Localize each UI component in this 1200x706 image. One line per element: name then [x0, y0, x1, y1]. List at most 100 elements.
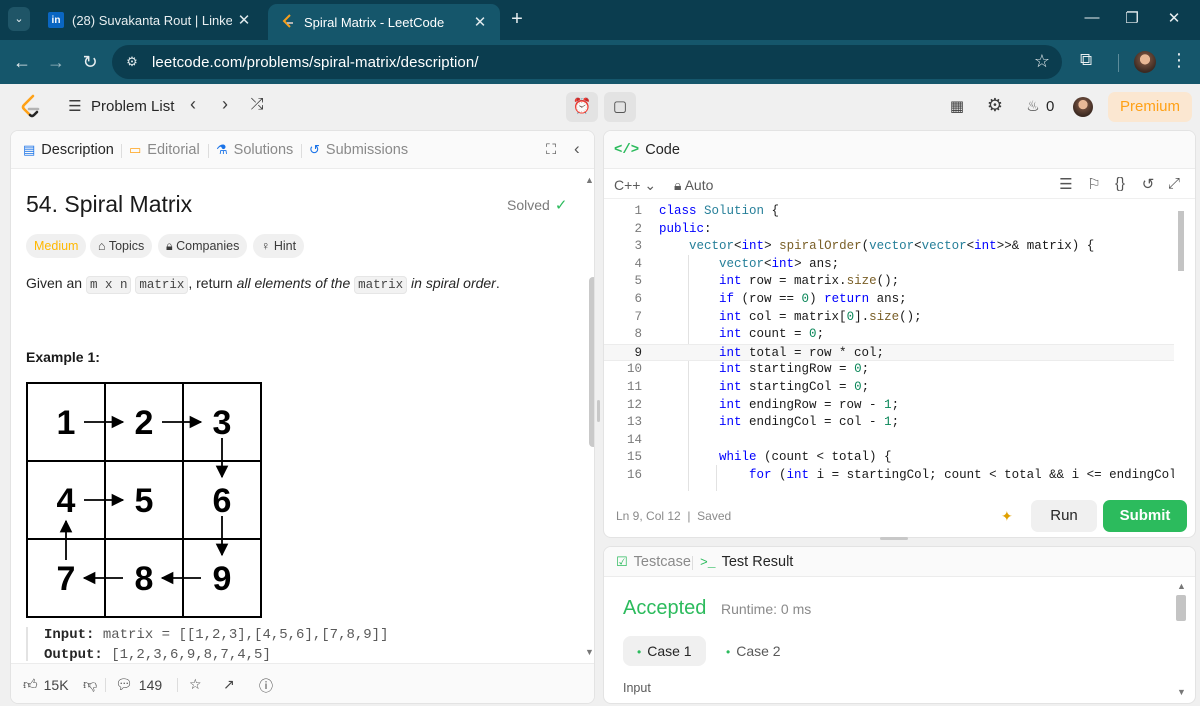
new-tab-button[interactable]: +	[506, 8, 528, 32]
code-line[interactable]: 7 int col = matrix[0].size();	[604, 309, 1174, 327]
code-line[interactable]: 16 for (int i = startingCol; count < tot…	[604, 467, 1174, 485]
leetcode-navbar: ☰ Problem List ‹ › ⤮ ⏰ ▢ ▦ ⚙ ♨ 0 Premium	[0, 84, 1200, 130]
extensions-icon[interactable]: ⧉	[1080, 50, 1092, 70]
case-1-tab[interactable]: • Case 1	[623, 636, 706, 666]
address-bar[interactable]: ⚙ leetcode.com/problems/spiral-matrix/de…	[112, 45, 1062, 79]
panel-resize-handle[interactable]	[597, 400, 600, 422]
chevron-left-icon[interactable]: ‹	[180, 94, 206, 115]
tab-test-result[interactable]: >_ Test Result	[700, 554, 793, 570]
reload-icon[interactable]: ↻	[78, 50, 102, 74]
back-arrow-icon[interactable]: ←	[10, 50, 34, 74]
footer-divider	[105, 678, 106, 692]
code-line[interactable]: 13 int endingCol = col - 1;	[604, 414, 1174, 432]
maximize-icon[interactable]: ❐	[1122, 9, 1142, 27]
tab-editorial[interactable]: ▭ Editorial	[129, 142, 200, 158]
browser-tab-linkedin[interactable]: in (28) Suvakanta Rout | LinkedIn ✕	[38, 0, 264, 40]
user-avatar[interactable]	[1073, 97, 1093, 117]
timer-icon[interactable]: ⏰	[566, 92, 598, 122]
bookmark-star-icon[interactable]: ☆	[1034, 51, 1050, 72]
code-line[interactable]: 12 int endingRow = row - 1;	[604, 397, 1174, 415]
profile-avatar[interactable]	[1134, 51, 1156, 73]
streak-fire-icon[interactable]: ♨	[1020, 97, 1046, 115]
editor-scrollbar[interactable]	[1178, 211, 1184, 271]
code-line[interactable]: 1 class Solution {	[604, 203, 1174, 221]
case-2-tab[interactable]: • Case 2	[712, 636, 795, 666]
tab-search-icon[interactable]: ⌄	[8, 7, 30, 31]
topics-chip[interactable]: ⌂ Topics	[90, 234, 153, 258]
shuffle-icon[interactable]: ⤮	[244, 96, 270, 114]
collapse-chevron-icon[interactable]: ‹	[574, 139, 580, 159]
dislike-button[interactable]: 👎︎	[83, 676, 103, 693]
code-line[interactable]: 11 int startingCol = 0;	[604, 379, 1174, 397]
description-scrollbar[interactable]	[589, 277, 594, 447]
code-line[interactable]: 6 if (row == 0) return ans;	[604, 291, 1174, 309]
share-icon[interactable]: ↗	[223, 676, 235, 693]
leetcode-logo-icon[interactable]	[20, 94, 42, 120]
site-info-icon[interactable]: ⚙	[122, 52, 142, 72]
scroll-down-icon[interactable]: ▼	[585, 647, 594, 657]
minimize-icon[interactable]: —	[1082, 9, 1102, 26]
case-label: Case 2	[736, 643, 781, 659]
submit-button[interactable]: Submit	[1103, 500, 1187, 532]
scroll-down-icon[interactable]: ▼	[1177, 687, 1186, 697]
tab-testcase[interactable]: ☑ Testcase	[616, 554, 691, 570]
tab-description[interactable]: ▤ Description	[23, 142, 114, 158]
language-selector[interactable]: C++ ⌄	[614, 177, 656, 194]
statement-emphasis: in spiral order	[411, 275, 496, 291]
code-tab[interactable]: </> Code	[614, 142, 680, 158]
favorite-star-icon[interactable]: ☆	[189, 676, 202, 693]
code-line[interactable]: 4 vector<int> ans;	[604, 256, 1174, 274]
result-scrollbar[interactable]	[1176, 595, 1186, 621]
close-tab-icon[interactable]: ✕	[468, 13, 492, 31]
input-section-label: Input	[623, 681, 651, 695]
scroll-up-icon[interactable]: ▲	[585, 175, 594, 185]
bookmark-icon[interactable]: ⚐	[1084, 175, 1104, 193]
expand-icon[interactable]: ⛶	[546, 142, 556, 158]
comments-button[interactable]: 💬︎ 149	[115, 676, 162, 693]
forward-arrow-icon[interactable]: →	[44, 50, 68, 74]
chevron-right-icon[interactable]: ›	[212, 94, 238, 115]
code-line[interactable]: 8 int count = 0;	[604, 326, 1174, 344]
fullscreen-icon[interactable]: ⤢	[1164, 175, 1184, 192]
code-line[interactable]: 10 int startingRow = 0;	[604, 361, 1174, 379]
code-line[interactable]: 3 vector<int> spiralOrder(vector<vector<…	[604, 238, 1174, 256]
help-icon[interactable]: ⓘ	[259, 676, 273, 696]
code-line[interactable]: 9 int total = row * col;	[604, 343, 1174, 362]
auto-mode[interactable]: 🔒︎ Auto	[674, 177, 713, 194]
code-line[interactable]: 2 public:	[604, 221, 1174, 239]
premium-button[interactable]: Premium	[1108, 92, 1192, 122]
url-text[interactable]: leetcode.com/problems/spiral-matrix/desc…	[152, 54, 479, 71]
code-line[interactable]: 5 int row = matrix.size();	[604, 273, 1174, 291]
tab-solutions[interactable]: ⚗ Solutions	[216, 142, 293, 158]
browser-menu-icon[interactable]: ⋮	[1170, 50, 1188, 71]
problem-list-link[interactable]: Problem List	[91, 98, 174, 115]
reset-icon[interactable]: ↺	[1138, 175, 1158, 193]
browser-tab-leetcode[interactable]: Spiral Matrix - LeetCode ✕	[268, 4, 500, 40]
layout-grid-icon[interactable]: ▦	[944, 97, 970, 115]
result-status: Accepted	[623, 597, 707, 619]
problem-list-icon[interactable]: ☰	[62, 97, 88, 115]
tab-submissions[interactable]: ↺ Submissions	[309, 142, 408, 158]
braces-icon[interactable]: {}	[1110, 175, 1130, 192]
vertical-resize-handle[interactable]	[880, 537, 908, 540]
settings-gear-icon[interactable]: ⚙	[982, 95, 1008, 116]
line-number: 14	[626, 432, 642, 447]
close-tab-icon[interactable]: ✕	[232, 11, 256, 29]
code-text: vector<int> ans;	[719, 256, 840, 271]
code-editor[interactable]: 1 class Solution {2 public: 3 vector<int> s…	[604, 203, 1174, 491]
matrix-cell-value: 8	[135, 560, 154, 598]
ai-assist-icon[interactable]: ✦	[1001, 508, 1013, 525]
close-window-icon[interactable]: ✕	[1164, 9, 1184, 27]
code-text: int total = row * col;	[719, 345, 885, 360]
hint-chip[interactable]: ♀ Hint	[253, 234, 305, 258]
scroll-up-icon[interactable]: ▲	[1177, 581, 1186, 591]
matrix-cell-value: 4	[57, 482, 76, 520]
notes-icon[interactable]: ▢	[604, 92, 636, 122]
code-line[interactable]: 15 while (count < total) {	[604, 449, 1174, 467]
format-icon[interactable]: ☰	[1056, 175, 1076, 193]
run-button[interactable]: Run	[1031, 500, 1097, 532]
companies-chip[interactable]: 🔒︎ Companies	[158, 234, 248, 258]
like-button[interactable]: 👍︎ 15K	[23, 676, 69, 693]
code-line[interactable]: 14	[604, 432, 1174, 450]
code-text: int endingRow = row - 1;	[719, 397, 900, 412]
